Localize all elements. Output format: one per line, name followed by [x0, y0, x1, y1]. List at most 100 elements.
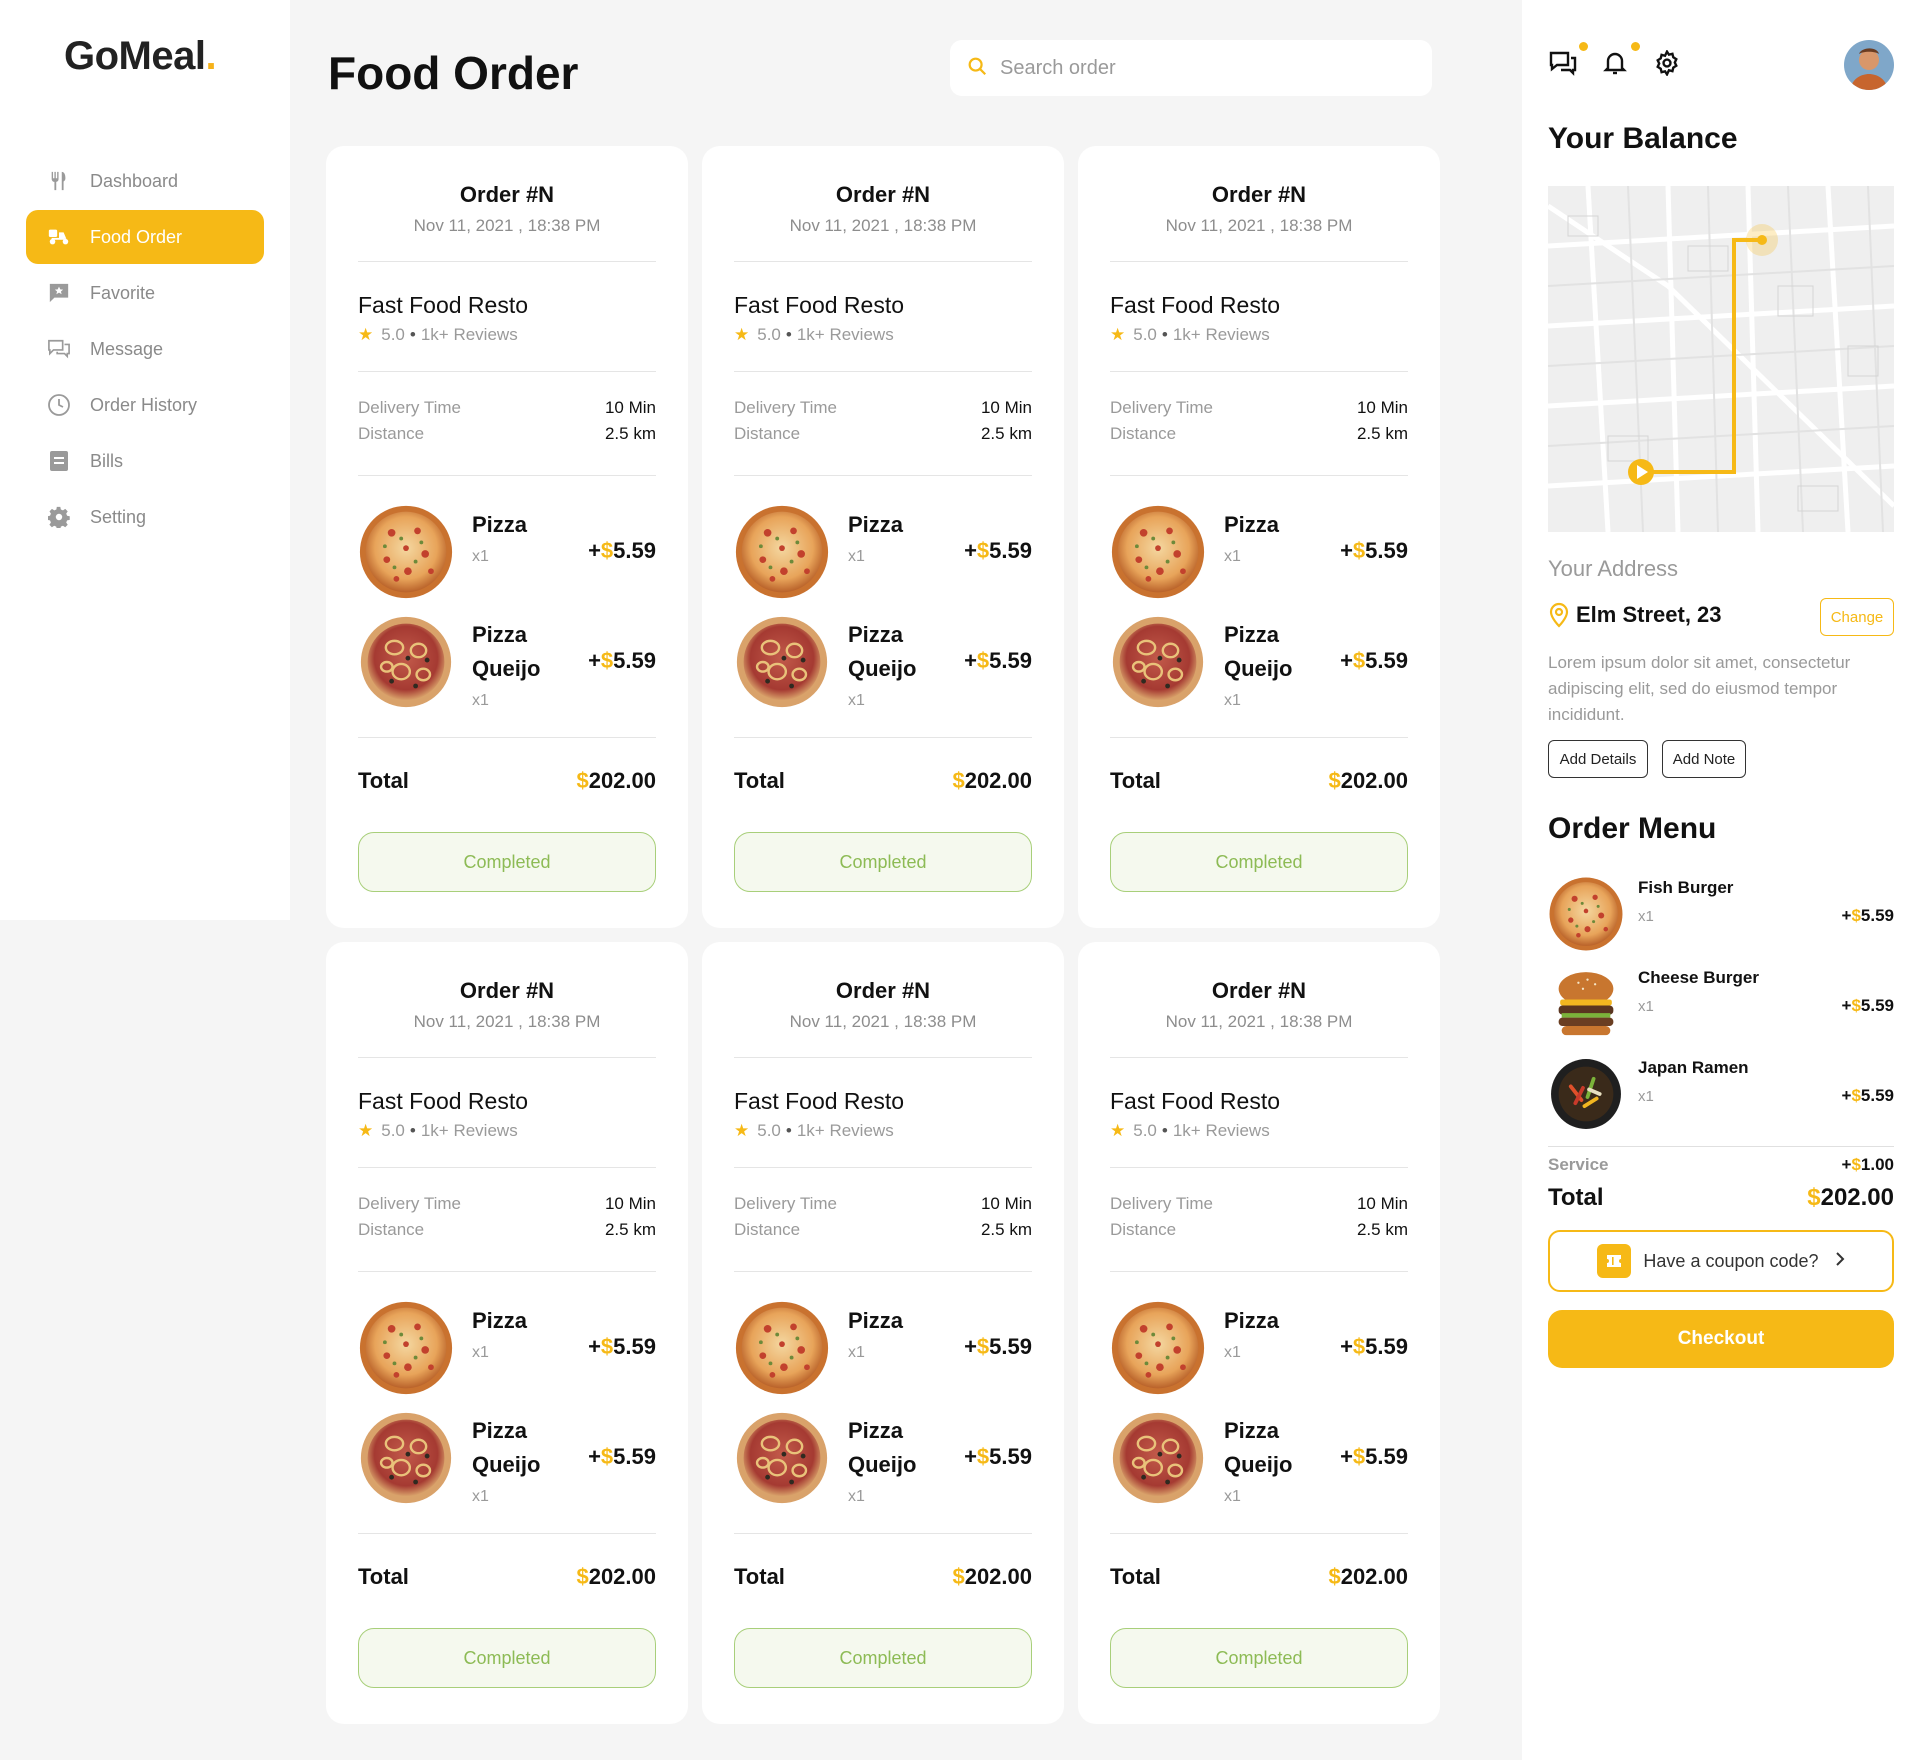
delivery-time-label: Delivery Time	[1110, 398, 1213, 417]
review-count: 1k+ Reviews	[1172, 1121, 1270, 1140]
order-card[interactable]: Order #N Nov 11, 2021 , 18:38 PM Fast Fo…	[1078, 942, 1440, 1724]
add-note-button[interactable]: Add Note	[1662, 740, 1746, 778]
completed-status-button[interactable]: Completed	[358, 1628, 656, 1688]
checkout-button[interactable]: Checkout	[1548, 1310, 1894, 1368]
delivery-info: Delivery Time 10 Min Distance 2.5 km	[1110, 372, 1408, 476]
order-card[interactable]: Order #N Nov 11, 2021 , 18:38 PM Fast Fo…	[702, 942, 1064, 1724]
restaurant-info: Fast Food Resto ★ 5.0 • 1k+ Reviews	[1110, 262, 1408, 372]
settings-button[interactable]	[1652, 48, 1682, 78]
order-menu-total: Total $202.00	[1548, 1184, 1894, 1212]
completed-status-button[interactable]: Completed	[358, 832, 656, 892]
sidebar-item-favorite[interactable]: Favorite	[26, 266, 264, 320]
order-header: Order #N Nov 11, 2021 , 18:38 PM	[1110, 942, 1408, 1058]
total-label: Total	[358, 1564, 409, 1589]
search-input[interactable]	[1000, 56, 1400, 80]
menu-item[interactable]: Japan Ramen x1 +$5.59	[1548, 1056, 1894, 1146]
distance-value: 2.5 km	[1356, 1220, 1408, 1239]
order-item: Pizza x1 +$5.59	[1110, 1300, 1408, 1410]
order-card[interactable]: Order #N Nov 11, 2021 , 18:38 PM Fast Fo…	[326, 146, 688, 928]
address-name: Elm Street, 23	[1576, 602, 1722, 627]
star-icon: ★	[734, 325, 750, 344]
notifications-button[interactable]	[1600, 42, 1640, 78]
order-number: Order #N	[1211, 978, 1307, 1003]
sidebar-item-food-order[interactable]: Food Order	[26, 210, 264, 264]
sidebar-item-dashboard[interactable]: Dashboard	[26, 154, 264, 208]
item-price: +$5.59	[588, 1334, 656, 1359]
total-label: Total	[734, 1564, 785, 1589]
restaurant-name: Fast Food Resto	[358, 1088, 529, 1114]
item-name: Cheese Burger	[1638, 968, 1759, 987]
completed-status-button[interactable]: Completed	[1110, 832, 1408, 892]
total-label: Total	[1110, 768, 1161, 793]
item-quantity: x1	[1224, 692, 1241, 709]
completed-status-button[interactable]: Completed	[1110, 1628, 1408, 1688]
messages-button[interactable]	[1548, 42, 1588, 78]
item-quantity: x1	[472, 692, 489, 709]
item-quantity: x1	[1638, 908, 1654, 925]
total-value: $202.00	[1328, 1564, 1408, 1589]
restaurant-name: Fast Food Resto	[734, 292, 905, 318]
distance-label: Distance	[734, 1220, 801, 1239]
total-value: $202.00	[1328, 768, 1408, 793]
balance-title: Your Balance	[1548, 122, 1738, 155]
delivery-time-value: 10 Min	[980, 398, 1032, 417]
restaurant-info: Fast Food Resto ★ 5.0 • 1k+ Reviews	[734, 262, 1032, 372]
star-icon: ★	[734, 1121, 750, 1140]
sidebar-item-message[interactable]: Message	[26, 322, 264, 376]
pizza-image	[358, 1300, 454, 1396]
completed-status-button[interactable]: Completed	[734, 832, 1032, 892]
star-icon: ★	[358, 325, 374, 344]
delivery-time-value: 10 Min	[1356, 398, 1408, 417]
clock-icon	[46, 392, 72, 418]
order-total: Total $202.00	[734, 1534, 1032, 1620]
menu-item[interactable]: Fish Burger x1 +$5.59	[1548, 876, 1894, 966]
pizza-image	[734, 614, 830, 710]
sidebar-item-bills[interactable]: Bills	[26, 434, 264, 488]
distance-value: 2.5 km	[980, 1220, 1032, 1239]
separator-dot: •	[785, 325, 792, 344]
order-items: Pizza x1 +$5.59 Pizza Queijo x1 +$5.59	[734, 476, 1032, 738]
order-date: Nov 11, 2021 , 18:38 PM	[789, 1012, 977, 1031]
item-quantity: x1	[1224, 1488, 1241, 1505]
order-card[interactable]: Order #N Nov 11, 2021 , 18:38 PM Fast Fo…	[702, 146, 1064, 928]
delivery-time-label: Delivery Time	[358, 1194, 461, 1213]
order-card[interactable]: Order #N Nov 11, 2021 , 18:38 PM Fast Fo…	[1078, 146, 1440, 928]
review-count: 1k+ Reviews	[420, 325, 518, 344]
change-address-button[interactable]: Change	[1820, 598, 1894, 636]
total-value: $202.00	[1807, 1184, 1894, 1211]
avatar[interactable]	[1844, 40, 1894, 90]
distance-value: 2.5 km	[1356, 424, 1408, 443]
distance-value: 2.5 km	[604, 424, 656, 443]
order-date: Nov 11, 2021 , 18:38 PM	[1165, 1012, 1353, 1031]
pizza-image	[1548, 876, 1624, 952]
coupon-button[interactable]: Have a coupon code?	[1548, 1230, 1894, 1292]
order-item: Pizza Queijo x1 +$5.59	[734, 1410, 1032, 1520]
total-label: Total	[734, 768, 785, 793]
brand-logo[interactable]: GoMeal.	[64, 34, 217, 79]
delivery-map[interactable]	[1548, 186, 1894, 532]
order-header: Order #N Nov 11, 2021 , 18:38 PM	[358, 146, 656, 262]
orders-grid: Order #N Nov 11, 2021 , 18:38 PM Fast Fo…	[326, 146, 1442, 1724]
gear-icon	[1656, 50, 1678, 76]
search-bar[interactable]	[950, 40, 1432, 96]
order-item: Pizza Queijo x1 +$5.59	[358, 1410, 656, 1520]
item-price: +$5.59	[1841, 996, 1895, 1015]
completed-status-button[interactable]: Completed	[734, 1628, 1032, 1688]
restaurant-info: Fast Food Resto ★ 5.0 • 1k+ Reviews	[734, 1058, 1032, 1168]
menu-item[interactable]: Cheese Burger x1 +$5.59	[1548, 966, 1894, 1056]
item-name: Pizza	[848, 512, 904, 537]
item-name: Japan Ramen	[1638, 1058, 1749, 1077]
restaurant-info: Fast Food Resto ★ 5.0 • 1k+ Reviews	[1110, 1058, 1408, 1168]
sidebar-item-setting[interactable]: Setting	[26, 490, 264, 544]
item-price: +$5.59	[1841, 1086, 1895, 1105]
order-card[interactable]: Order #N Nov 11, 2021 , 18:38 PM Fast Fo…	[326, 942, 688, 1724]
review-count: 1k+ Reviews	[796, 1121, 894, 1140]
chat-icon	[1549, 51, 1577, 76]
restaurant-rating: ★ 5.0 • 1k+ Reviews	[1110, 1121, 1408, 1141]
add-details-button[interactable]: Add Details	[1548, 740, 1648, 778]
order-total: Total $202.00	[1110, 738, 1408, 824]
order-item: Pizza Queijo x1 +$5.59	[1110, 1410, 1408, 1520]
order-total: Total $202.00	[734, 738, 1032, 824]
total-value: $202.00	[576, 1564, 656, 1589]
sidebar-item-order-history[interactable]: Order History	[26, 378, 264, 432]
